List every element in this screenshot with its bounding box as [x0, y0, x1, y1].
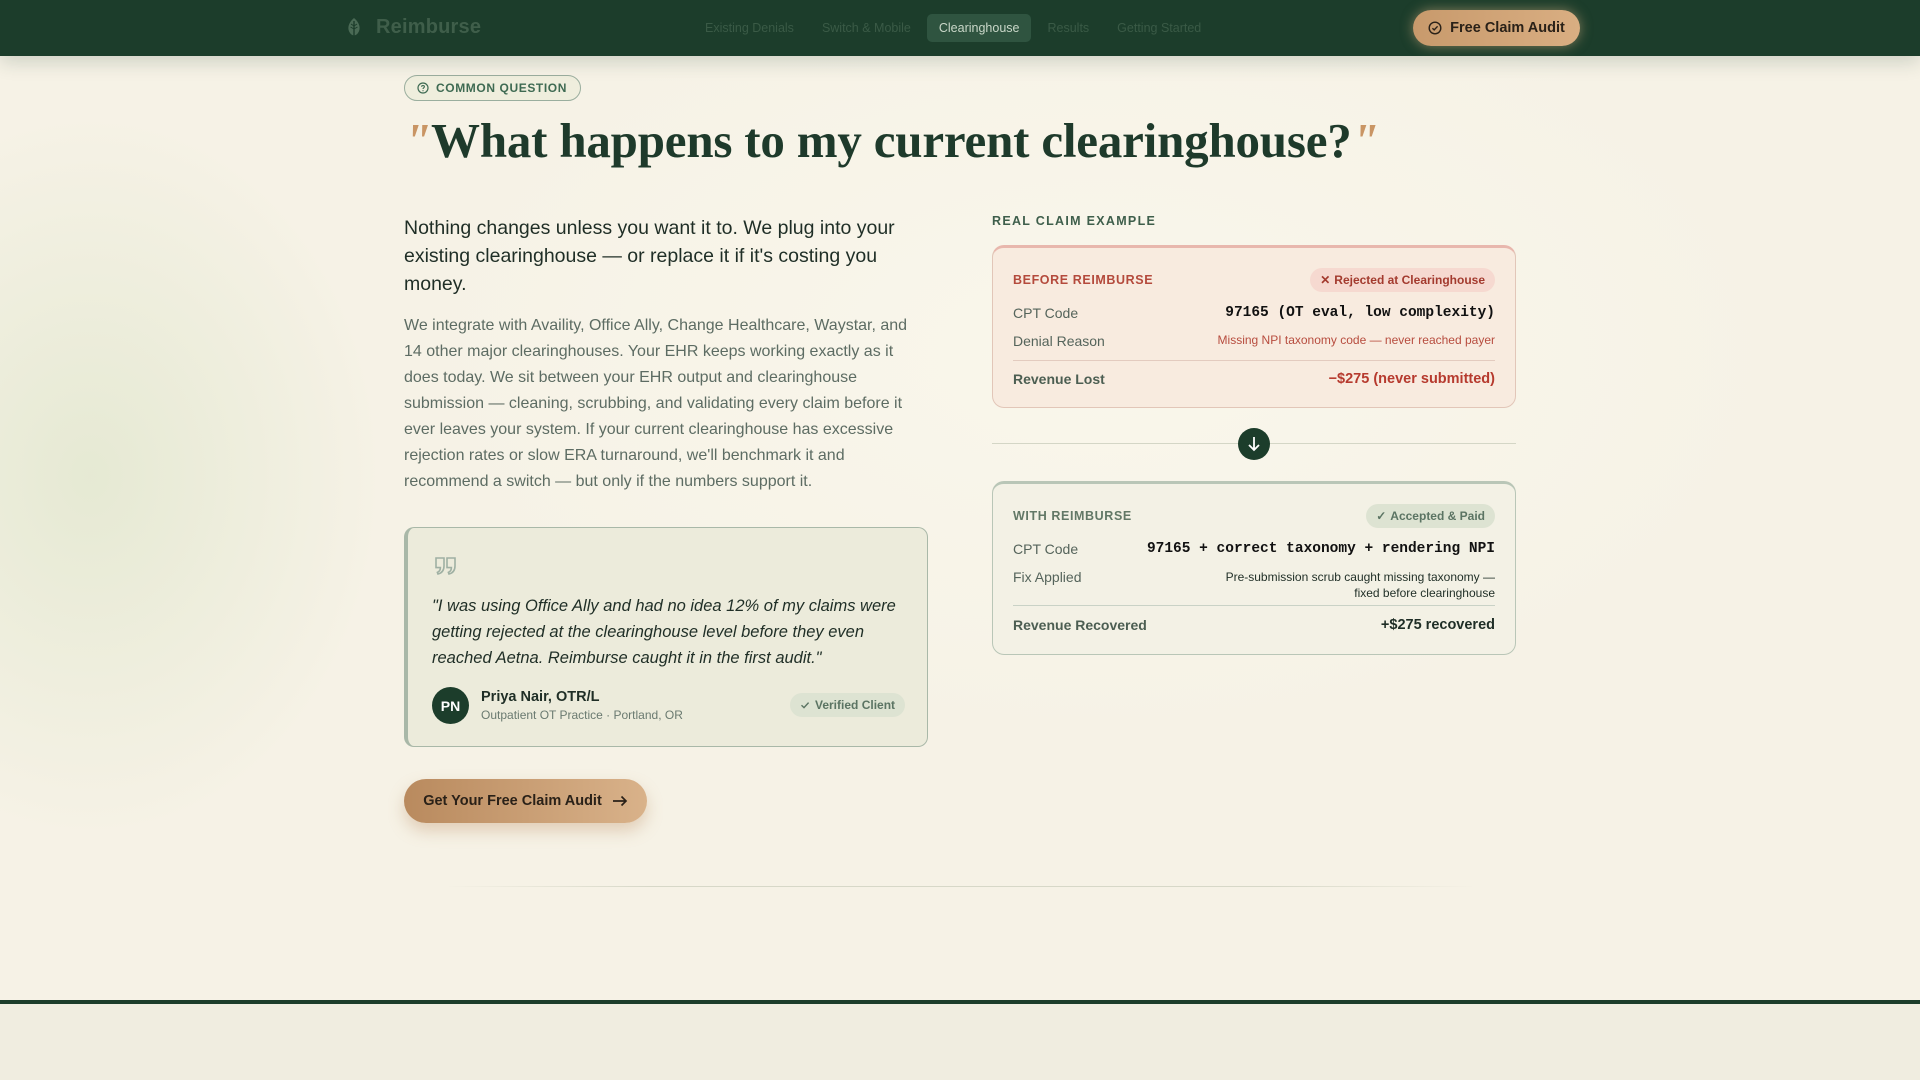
after-card-title: WITH REIMBURSE	[1013, 509, 1132, 523]
free-claim-audit-label: Free Claim Audit	[1450, 20, 1565, 36]
rejected-status-badge: ✕ Rejected at Clearinghouse	[1310, 268, 1495, 292]
background-glow	[0, 56, 1920, 1000]
nav-link-clearinghouse[interactable]: Clearinghouse	[926, 14, 1032, 42]
fix-applied-value: Pre-submission scrub caught missing taxo…	[1225, 570, 1495, 600]
revenue-lost-value: −$275 (never submitted)	[1328, 371, 1495, 387]
nav-link-existing-denials[interactable]: Existing Denials	[693, 14, 806, 42]
section-divider	[444, 886, 1476, 887]
open-quote: "	[404, 113, 432, 168]
verified-client-badge: Verified Client	[790, 693, 906, 717]
revenue-recovered-value: +$275 recovered	[1380, 617, 1495, 633]
before-divider	[1013, 360, 1495, 361]
testimonial-card: "I was using Office Ally and had no idea…	[404, 527, 928, 747]
before-cpt-label: CPT Code	[1013, 305, 1079, 321]
nav-links: Existing Denials Switch & Mobile Clearin…	[693, 14, 1217, 42]
check-icon	[801, 702, 810, 709]
before-card-header: BEFORE REIMBURSE ✕ Rejected at Clearingh…	[1013, 268, 1495, 292]
top-navbar: Reimburse Existing Denials Switch & Mobi…	[0, 0, 1920, 56]
accepted-status-badge: ✓ Accepted & Paid	[1366, 504, 1495, 528]
nav-link-results[interactable]: Results	[1035, 14, 1101, 42]
fix-applied-label: Fix Applied	[1013, 569, 1082, 585]
with-reimburse-card: WITH REIMBURSE ✓ Accepted & Paid CPT Cod…	[992, 481, 1516, 655]
footer-section	[0, 1004, 1920, 1080]
arrow-down-icon	[1248, 437, 1260, 452]
testimonial-role: Outpatient OT Practice · Portland, OR	[481, 708, 683, 722]
x-icon: ✕	[1320, 273, 1331, 287]
check-icon: ✓	[1376, 509, 1387, 523]
nav-link-getting-started[interactable]: Getting Started	[1105, 14, 1213, 42]
denial-reason-value: Missing NPI taxonomy code — never reache…	[1217, 333, 1495, 347]
after-cpt-label: CPT Code	[1013, 541, 1079, 557]
get-free-claim-audit-button[interactable]: Get Your Free Claim Audit	[404, 779, 647, 823]
denial-reason-label: Denial Reason	[1013, 333, 1105, 349]
brand-logo-link[interactable]: Reimburse	[344, 16, 481, 39]
headline-text: What happens to my current clearinghouse…	[431, 113, 1352, 168]
common-question-badge: COMMON QUESTION	[404, 75, 581, 101]
brand-name: Reimburse	[376, 16, 482, 38]
body-paragraph: We integrate with Availity, Office Ally,…	[404, 317, 908, 490]
question-circle-icon	[417, 82, 429, 94]
testimonial-name: Priya Nair, OTR/L	[481, 689, 600, 705]
after-cpt-value: 97165 + correct taxonomy + rendering NPI	[1146, 541, 1495, 557]
quote-icon	[435, 557, 456, 575]
page-headline: "What happens to my current clearinghous…	[404, 112, 1379, 169]
lead-paragraph: Nothing changes unless you want it to. W…	[404, 217, 895, 295]
rejected-status-label: Rejected at Clearinghouse	[1334, 273, 1485, 287]
before-card-title: BEFORE REIMBURSE	[1013, 273, 1154, 287]
check-circle-icon	[1428, 21, 1442, 35]
cta-label: Get Your Free Claim Audit	[423, 793, 602, 809]
before-reimburse-card: BEFORE REIMBURSE ✕ Rejected at Clearingh…	[992, 245, 1516, 408]
after-divider	[1013, 605, 1495, 606]
accepted-status-label: Accepted & Paid	[1390, 509, 1485, 523]
close-quote: "	[1351, 113, 1379, 168]
revenue-recovered-label: Revenue Recovered	[1013, 617, 1147, 633]
real-claim-example-label: REAL CLAIM EXAMPLE	[992, 214, 1157, 228]
after-card-header: WITH REIMBURSE ✓ Accepted & Paid	[1013, 504, 1495, 528]
nav-link-switch-mobile[interactable]: Switch & Mobile	[810, 14, 923, 42]
verified-label: Verified Client	[815, 698, 896, 712]
revenue-lost-label: Revenue Lost	[1013, 371, 1105, 387]
free-claim-audit-button[interactable]: Free Claim Audit	[1413, 10, 1580, 46]
badge-label: COMMON QUESTION	[436, 81, 567, 95]
avatar: PN	[432, 687, 469, 724]
arrow-down-indicator	[1238, 428, 1270, 460]
arrow-right-icon	[612, 795, 627, 807]
before-cpt-value: 97165 (OT eval, low complexity)	[1225, 305, 1495, 321]
leaf-logo-icon	[348, 17, 360, 38]
testimonial-quote: "I was using Office Ally and had no idea…	[432, 597, 896, 667]
